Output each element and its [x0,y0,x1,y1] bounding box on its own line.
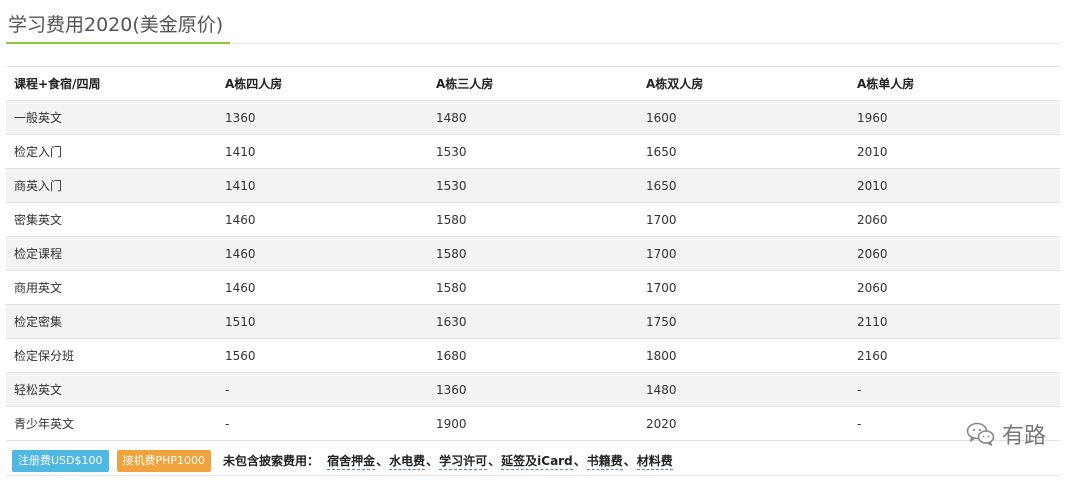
table-row: 检定课程 1460 1580 1700 2060 [6,236,1060,271]
course-name-cell: 青少年英文 [14,417,75,431]
price-cell: 1580 [436,212,467,227]
course-name-cell: 轻松英文 [14,383,63,397]
price-cell: - [225,382,230,397]
table-row: 商用英文 1460 1580 1700 2060 [6,271,1060,305]
price-cell: 1360 [225,110,256,125]
column-header-quad-room: A栋四人房 [225,77,283,91]
list-separator: 、 [623,453,636,468]
price-cell: 1960 [857,110,888,125]
price-cell: 1630 [436,314,467,329]
course-name-cell: 检定课程 [14,247,63,261]
airport-pickup-fee-badge: 接机费PHP1000 [116,449,212,472]
price-cell: 1560 [225,348,256,363]
price-cell: 2020 [646,416,677,431]
fee-notes: 注册费USD$100 接机费PHP1000 未包含披索费用： 宿舍押金、水电费、… [6,446,1060,476]
price-cell: - [225,416,230,431]
page-title: 学习费用2020(美金原价) [8,14,224,36]
column-header-triple-room: A栋三人房 [436,77,494,91]
wechat-icon [966,422,995,446]
excluded-fee-item: 材料费 [636,453,673,470]
table-row: 青少年英文 -1900 2020- [6,407,1060,441]
price-cell: 1650 [646,144,677,159]
excluded-fee-item: 书籍费 [586,453,623,470]
price-cell: 1650 [646,178,677,193]
price-cell: 2060 [857,246,888,261]
price-cell: 1460 [225,246,256,261]
price-cell: 1530 [436,178,467,193]
table-row: 一般英文 1360 1480 1600 1960 [6,100,1060,135]
table-row: 商英入门 1410 1530 1650 2010 [6,168,1060,203]
price-cell: 1600 [646,110,677,125]
excluded-fee-item: 水电费 [389,453,426,470]
price-cell: 1410 [225,144,256,159]
price-cell: - [857,382,862,397]
table-row: 检定密集 1510 1630 1750 2110 [6,304,1060,339]
list-separator: 、 [573,453,586,468]
price-cell: 2160 [857,348,888,363]
excluded-fee-item: 学习许可 [439,453,488,470]
watermark: 有路 [966,418,1046,450]
table-row: 检定入门 1410 1530 1650 2010 [6,135,1060,169]
price-cell: 1700 [646,246,677,261]
course-name-cell: 一般英文 [14,111,63,125]
column-header-double-room: A栋双人房 [646,77,704,91]
excluded-fee-item: 宿舍押金 [327,453,376,470]
excluded-fees-label: 未包含披索费用： [223,454,320,468]
course-name-cell: 密集英文 [14,213,63,227]
course-name-cell: 商用英文 [14,281,63,295]
list-separator: 、 [488,453,501,468]
price-cell: 2010 [857,144,888,159]
course-name-cell: 检定密集 [14,315,63,329]
fee-table: 课程+食宿/四周 A栋四人房 A栋三人房 A栋双人房 A栋单人房 一般英文 136… [6,66,1060,441]
title-underline [6,42,230,44]
excluded-fees-list: 宿舍押金、水电费、学习许可、延签及iCard、书籍费、材料费 [327,452,673,470]
title-bar: 学习费用2020(美金原价) [6,0,1060,44]
price-cell: 1480 [646,382,677,397]
price-cell: 2060 [857,212,888,227]
price-cell: 1510 [225,314,256,329]
table-row: 检定保分班 1560 1680 1800 2160 [6,339,1060,373]
price-cell: 1580 [436,280,467,295]
price-cell: 2010 [857,178,888,193]
column-header-course: 课程+食宿/四周 [14,77,101,91]
table-header-row: 课程+食宿/四周 A栋四人房 A栋三人房 A栋双人房 A栋单人房 [6,66,1060,101]
price-cell: 1480 [436,110,467,125]
course-name-cell: 检定入门 [14,145,63,159]
price-cell: 1700 [646,212,677,227]
course-name-cell: 检定保分班 [14,349,75,363]
table-row: 密集英文 1460 1580 1700 2060 [6,203,1060,237]
price-cell: 1410 [225,178,256,193]
price-cell: 2110 [857,314,888,329]
price-cell: 1580 [436,246,467,261]
price-cell: 1750 [646,314,677,329]
price-cell: 1460 [225,280,256,295]
excluded-fee-item: 延签及iCard [501,453,573,470]
price-cell: 1900 [436,416,467,431]
price-cell: 1680 [436,348,467,363]
price-cell: 1530 [436,144,467,159]
price-cell: 1460 [225,212,256,227]
price-cell: 2060 [857,280,888,295]
watermark-text: 有路 [1001,424,1046,449]
list-separator: 、 [376,453,389,468]
course-name-cell: 商英入门 [14,179,63,193]
list-separator: 、 [426,453,439,468]
price-cell: 1800 [646,348,677,363]
column-header-single-room: A栋单人房 [857,77,915,91]
price-cell: 1700 [646,280,677,295]
table-row: 轻松英文 - 1360 1480 - [6,372,1060,407]
price-cell: 1360 [436,382,467,397]
registration-fee-badge: 注册费USD$100 [12,449,109,472]
